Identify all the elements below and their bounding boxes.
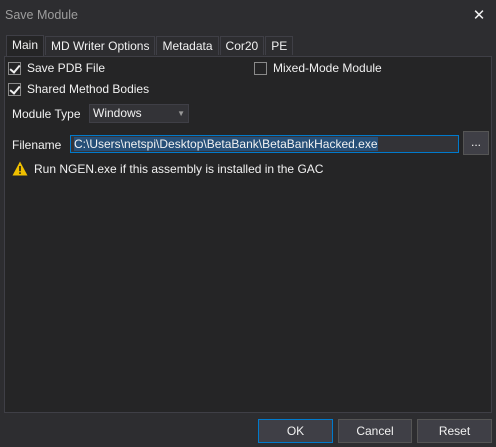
tab-metadata[interactable]: Metadata bbox=[156, 36, 219, 55]
tab-strip: Main MD Writer Options Metadata Cor20 PE bbox=[6, 35, 294, 56]
tab-cor20[interactable]: Cor20 bbox=[219, 36, 265, 55]
browse-button[interactable]: ... bbox=[463, 131, 489, 155]
tab-md-writer-options[interactable]: MD Writer Options bbox=[45, 36, 156, 55]
save-pdb-checkbox[interactable]: Save PDB File bbox=[8, 60, 105, 76]
save-pdb-label: Save PDB File bbox=[27, 61, 106, 75]
warning-text: Run NGEN.exe if this assembly is install… bbox=[34, 161, 324, 176]
checkbox-box[interactable] bbox=[8, 82, 21, 96]
tab-main[interactable]: Main bbox=[6, 35, 45, 56]
title-bar: Save Module ✕ bbox=[0, 0, 496, 31]
module-type-label: Module Type bbox=[12, 107, 81, 121]
filename-label: Filename bbox=[12, 138, 62, 152]
close-icon[interactable]: ✕ bbox=[468, 4, 490, 26]
chevron-down-icon[interactable]: ▼ bbox=[177, 105, 185, 122]
cancel-button[interactable]: Cancel bbox=[338, 419, 412, 443]
shared-method-bodies-label: Shared Method Bodies bbox=[27, 82, 150, 96]
warning-icon bbox=[12, 161, 28, 176]
checkbox-box[interactable] bbox=[8, 61, 21, 75]
module-type-select[interactable]: Windows ▼ bbox=[89, 104, 189, 123]
filename-field[interactable]: C:\Users\netspi\Desktop\BetaBank\BetaBan… bbox=[70, 135, 459, 153]
window-title: Save Module bbox=[5, 8, 78, 22]
module-type-value: Windows bbox=[93, 106, 142, 120]
mixed-mode-label: Mixed-Mode Module bbox=[273, 61, 382, 75]
mixed-mode-checkbox[interactable]: Mixed-Mode Module bbox=[254, 60, 382, 76]
filename-value: C:\Users\netspi\Desktop\BetaBank\BetaBan… bbox=[74, 137, 378, 151]
checkbox-box[interactable] bbox=[254, 61, 267, 75]
shared-method-bodies-checkbox[interactable]: Shared Method Bodies bbox=[8, 81, 149, 97]
warning-message: Run NGEN.exe if this assembly is install… bbox=[12, 161, 323, 176]
reset-button[interactable]: Reset bbox=[417, 419, 492, 443]
ok-button[interactable]: OK bbox=[258, 419, 333, 443]
tab-pe[interactable]: PE bbox=[265, 36, 294, 55]
